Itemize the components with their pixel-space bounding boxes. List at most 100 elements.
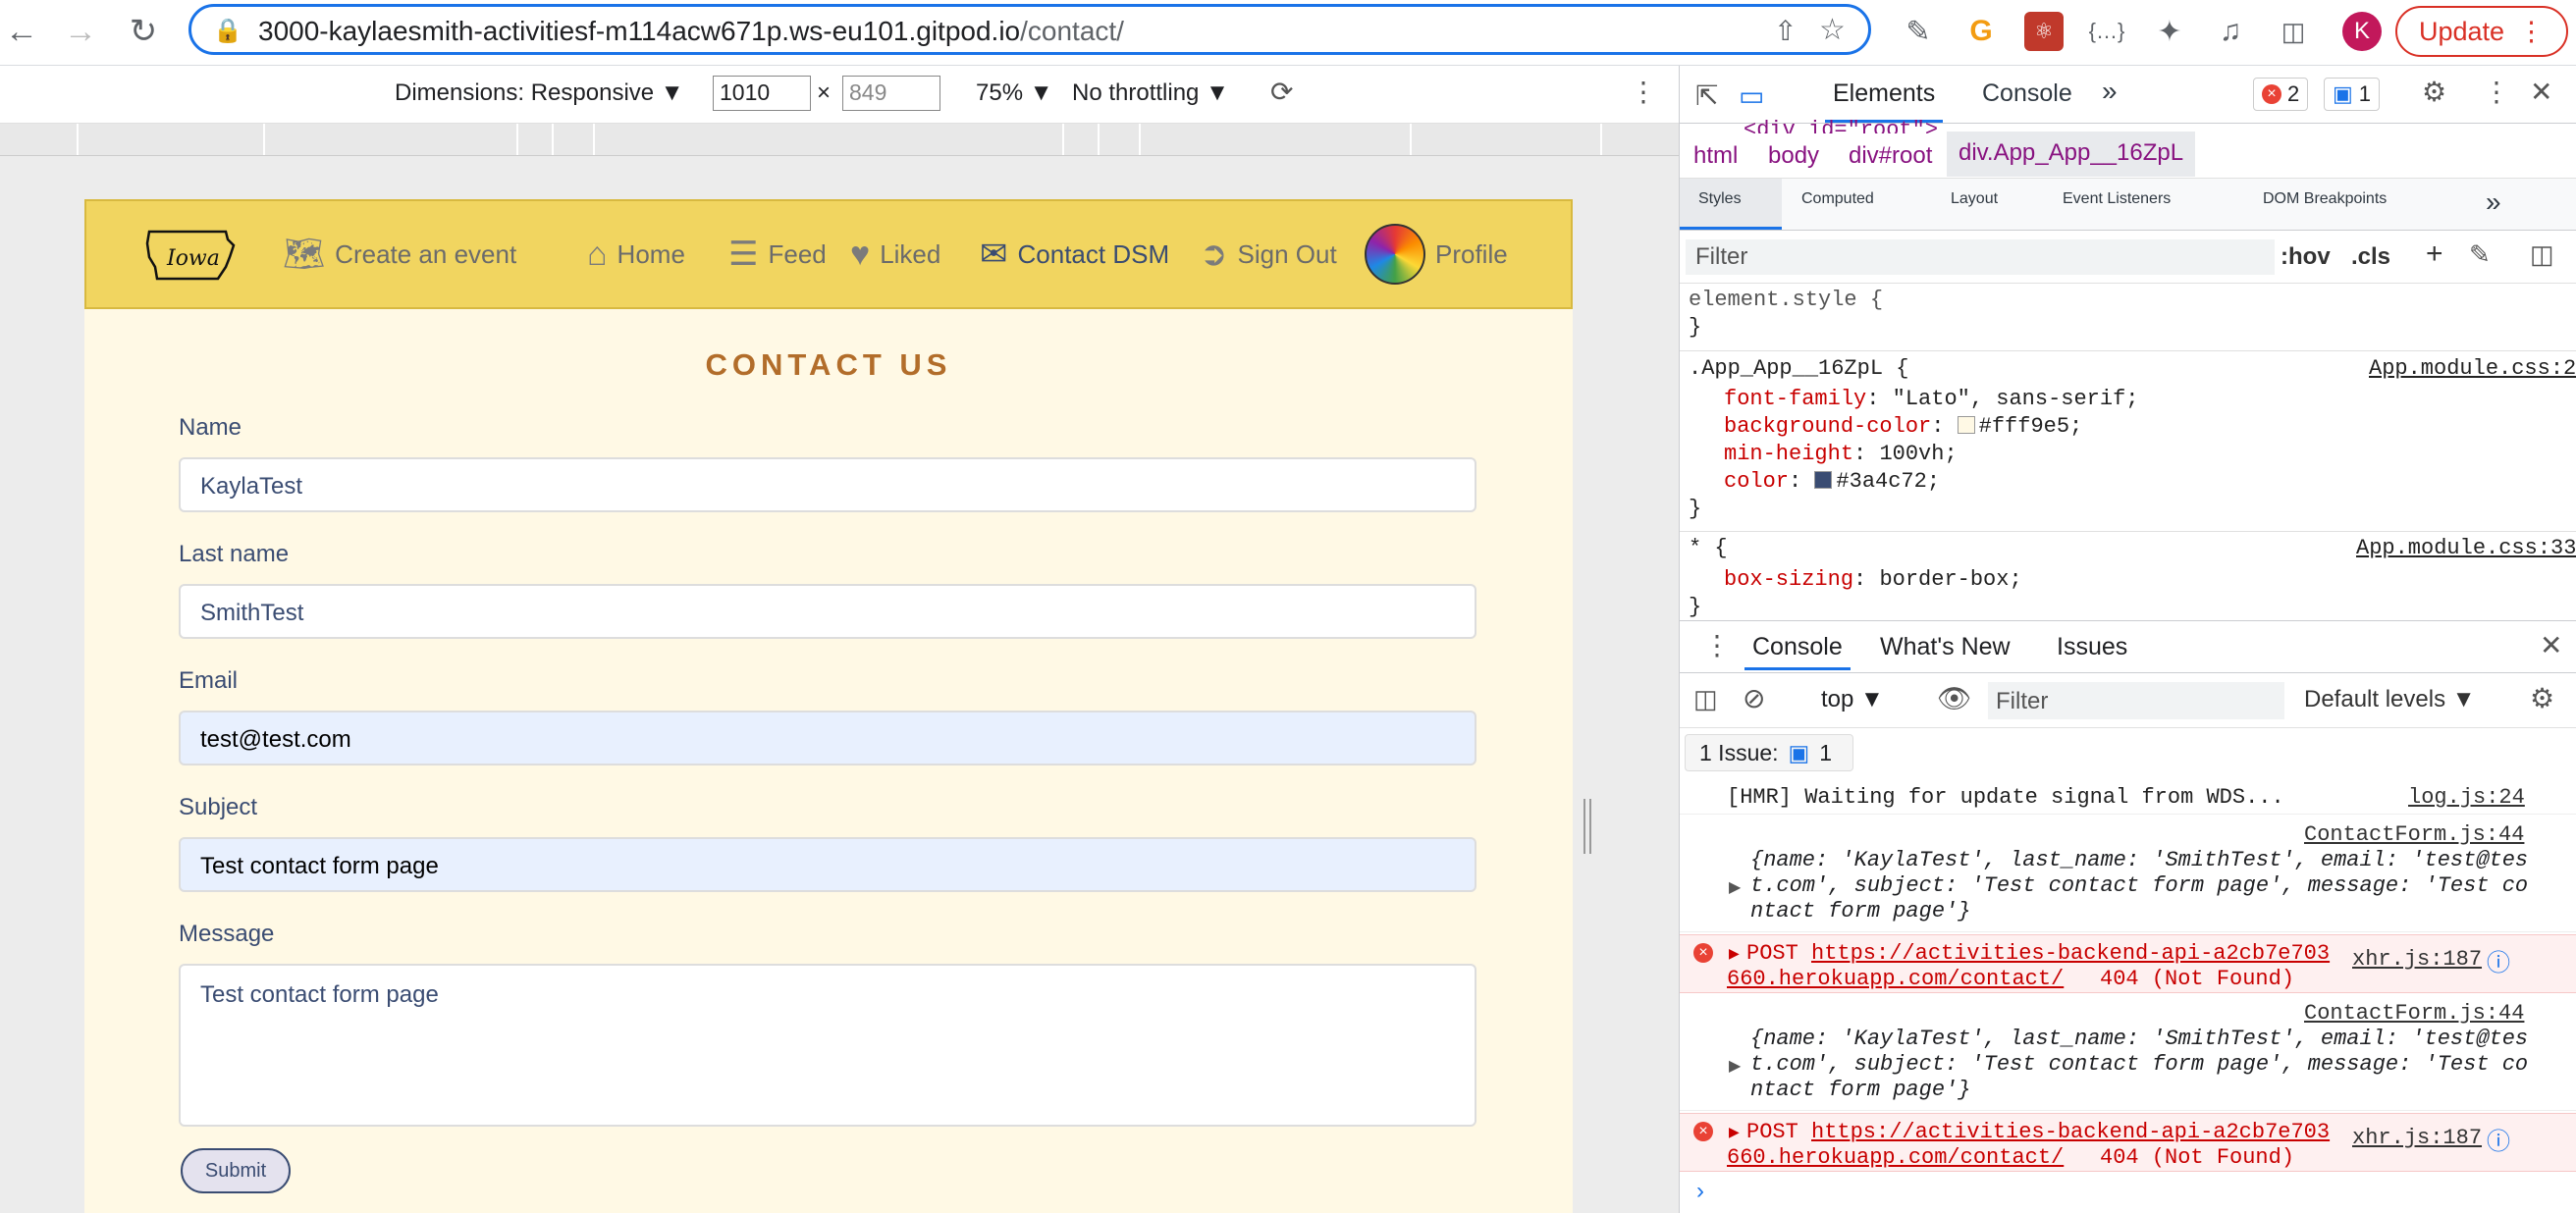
share-icon[interactable]: ⇧: [1774, 15, 1797, 47]
forward-icon[interactable]: →: [59, 10, 102, 53]
network-request-icon[interactable]: ⓘ: [2487, 1122, 2510, 1156]
clear-console-icon[interactable]: ⊘: [1743, 682, 1765, 714]
rotate-icon[interactable]: ⟳: [1270, 76, 1293, 108]
log-url-link[interactable]: https://activities-backend-api-a2cb7e703: [1811, 1120, 2330, 1144]
color-decl[interactable]: color: #3a4c72;: [1724, 469, 1940, 494]
grammarly-extension-icon[interactable]: G: [1961, 12, 2001, 51]
subject-field[interactable]: Test contact form page: [179, 837, 1476, 892]
error-count-badge[interactable]: × 2: [2253, 78, 2309, 111]
log-source-link[interactable]: ContactForm.js:44: [2304, 822, 2524, 847]
update-button[interactable]: Update ⋮: [2395, 6, 2568, 57]
bookmark-star-icon[interactable]: ☆: [1819, 13, 1846, 47]
new-rule-icon[interactable]: +: [2426, 237, 2443, 271]
breadcrumb-html[interactable]: html: [1693, 142, 1738, 170]
last-name-field[interactable]: SmithTest: [179, 584, 1476, 639]
media-queue-icon[interactable]: ♫: [2211, 12, 2250, 51]
log-levels-dropdown[interactable]: Default levels ▼: [2304, 686, 2476, 713]
console-error-row[interactable]: × ▶ POST https://activities-backend-api-…: [1680, 1113, 2576, 1172]
sidebar-toggle-icon[interactable]: ◫: [1693, 684, 1718, 714]
console-log-row[interactable]: ContactForm.js:44 {name: 'KaylaTest', la…: [1680, 817, 2576, 932]
expand-arrow-icon[interactable]: ▶: [1729, 1056, 1741, 1076]
network-request-icon[interactable]: ⓘ: [2487, 943, 2510, 977]
profile-avatar[interactable]: K: [2342, 12, 2382, 51]
log-url-link[interactable]: 660.herokuapp.com/contact/: [1727, 1145, 2064, 1170]
log-url-link[interactable]: https://activities-backend-api-a2cb7e703: [1811, 941, 2330, 966]
expand-arrow-icon[interactable]: ▶: [1729, 945, 1740, 962]
settings-gear-icon[interactable]: ⚙: [2422, 76, 2446, 108]
side-panel-icon[interactable]: ◫: [2274, 12, 2313, 51]
close-icon[interactable]: ✕: [2530, 76, 2552, 108]
console-settings-gear-icon[interactable]: ⚙: [2530, 682, 2554, 714]
issues-pill[interactable]: 1 Issue: ▣ 1: [1685, 734, 1853, 771]
back-icon[interactable]: ←: [0, 10, 43, 53]
name-field[interactable]: KaylaTest: [179, 457, 1476, 512]
console-error-row[interactable]: × ▶ POST https://activities-backend-api-…: [1680, 934, 2576, 993]
reload-icon[interactable]: ↻: [122, 10, 165, 53]
context-selector[interactable]: top ▼: [1821, 686, 1884, 713]
tab-event-listeners[interactable]: Event Listeners: [2063, 190, 2171, 208]
color-swatch[interactable]: [1957, 416, 1975, 434]
tab-layout[interactable]: Layout: [1951, 190, 1998, 208]
breadcrumb-selected[interactable]: div.App_App__16ZpL: [1947, 132, 2196, 177]
drawer-tab-issues[interactable]: Issues: [2057, 633, 2127, 661]
expand-arrow-icon[interactable]: ▶: [1729, 1124, 1740, 1140]
paint-icon[interactable]: ✎: [2469, 239, 2491, 270]
log-url-link[interactable]: 660.herokuapp.com/contact/: [1727, 967, 2064, 991]
log-source-link[interactable]: xhr.js:187: [2352, 947, 2482, 972]
star-rule-selector[interactable]: * {: [1689, 536, 1728, 560]
dimensions-dropdown[interactable]: Dimensions: Responsive ▼: [395, 79, 684, 107]
hov-button[interactable]: :hov: [2281, 243, 2331, 271]
drawer-tab-console[interactable]: Console: [1744, 623, 1851, 670]
width-input[interactable]: 1010: [713, 76, 811, 111]
drawer-menu-icon[interactable]: ⋮: [1703, 629, 1731, 661]
eye-icon[interactable]: 👁: [1937, 682, 1972, 714]
tab-dom-breakpoints[interactable]: DOM Breakpoints: [2263, 190, 2387, 208]
console-log-row[interactable]: ContactForm.js:44 {name: 'KaylaTest', la…: [1680, 995, 2576, 1111]
inspect-icon[interactable]: ⇱: [1695, 79, 1718, 112]
nav-sign-out[interactable]: ➲ Sign Out: [1200, 231, 1337, 278]
nav-create-event[interactable]: 🗺 Create an event: [283, 231, 516, 278]
media-query-ruler[interactable]: [0, 124, 1679, 156]
message-count-badge[interactable]: ▣ 1: [2324, 78, 2381, 111]
nav-home[interactable]: ⌂ Home: [587, 231, 685, 278]
extensions-puzzle-icon[interactable]: ✦: [2150, 12, 2189, 51]
zoom-dropdown[interactable]: 75% ▼: [976, 79, 1052, 107]
tab-styles[interactable]: Styles: [1698, 190, 1742, 208]
nav-feed[interactable]: ☰ Feed: [728, 231, 827, 278]
throttling-dropdown[interactable]: No throttling ▼: [1072, 79, 1229, 107]
min-height-decl[interactable]: min-height: 100vh;: [1724, 442, 1958, 466]
log-source-link[interactable]: log.js:24: [2408, 785, 2525, 810]
dom-tree-truncated-line[interactable]: <div id="root">: [1744, 118, 1938, 133]
tab-more[interactable]: »: [2102, 76, 2118, 107]
tab-console[interactable]: Console: [1982, 79, 2072, 108]
message-textarea[interactable]: Test contact form page: [179, 964, 1476, 1127]
sidebar-toggle-icon[interactable]: ◫: [2530, 239, 2554, 270]
tab-computed[interactable]: Computed: [1801, 190, 1874, 208]
styles-filter-input[interactable]: [1686, 239, 2275, 275]
drawer-tab-whats-new[interactable]: What's New: [1880, 633, 2011, 661]
star-rule-source-link[interactable]: App.module.css:33: [2356, 536, 2576, 560]
nav-contact[interactable]: ✉ Contact DSM: [980, 231, 1169, 278]
nav-liked[interactable]: ♥ Liked: [850, 231, 940, 278]
color-swatch[interactable]: [1814, 471, 1833, 489]
iowa-logo[interactable]: Iowa: [143, 224, 238, 287]
close-drawer-icon[interactable]: ✕: [2540, 629, 2562, 661]
height-input[interactable]: 849: [842, 76, 940, 111]
email-field[interactable]: test@test.com: [179, 711, 1476, 765]
log-source-link[interactable]: xhr.js:187: [2352, 1126, 2482, 1150]
device-toggle-icon[interactable]: ▭: [1739, 79, 1764, 112]
nav-profile[interactable]: Profile: [1365, 224, 1508, 285]
log-source-link[interactable]: ContactForm.js:44: [2304, 1001, 2524, 1026]
console-log-row[interactable]: [HMR] Waiting for update signal from WDS…: [1680, 779, 2576, 815]
font-family-decl[interactable]: font-family: "Lato", sans-serif;: [1724, 387, 2138, 411]
address-bar[interactable]: 🔒 3000-kaylaesmith-activitiesf-m114acw67…: [188, 4, 1871, 55]
tab-elements[interactable]: Elements: [1825, 78, 1944, 123]
resize-handle[interactable]: [1583, 799, 1591, 854]
submit-button[interactable]: Submit: [181, 1148, 291, 1193]
box-sizing-decl[interactable]: box-sizing: border-box;: [1724, 567, 2022, 592]
react-extension-icon[interactable]: ⚛: [2024, 12, 2064, 51]
expand-arrow-icon[interactable]: ▶: [1729, 877, 1741, 897]
app-rule-source-link[interactable]: App.module.css:2: [2369, 356, 2576, 381]
more-vertical-icon[interactable]: ⋮: [1630, 76, 1657, 108]
breadcrumb-body[interactable]: body: [1768, 142, 1819, 170]
